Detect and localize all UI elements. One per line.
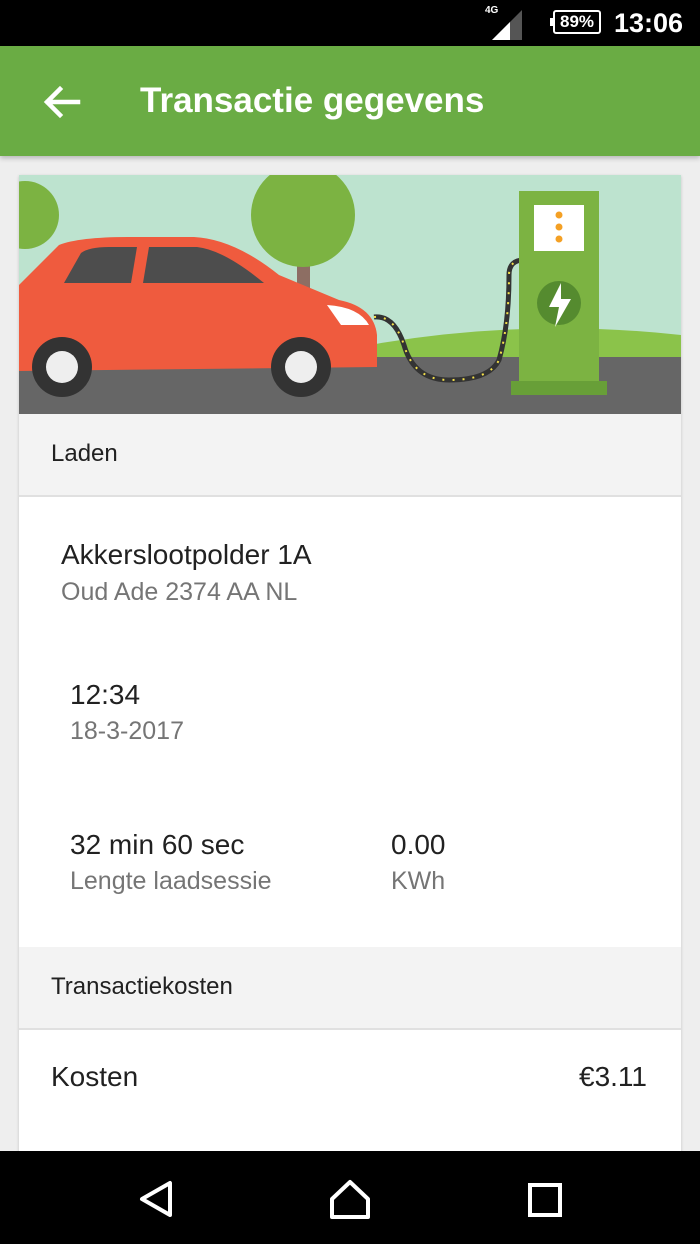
- navigation-bar: [0, 1151, 700, 1244]
- session-duration: 32 min 60 sec: [70, 829, 245, 860]
- app-bar: Transactie gegevens: [0, 46, 700, 156]
- start-time: 12:34: [70, 679, 141, 710]
- square-recents-icon: [528, 1183, 562, 1217]
- nav-back-button[interactable]: [134, 1177, 178, 1221]
- home-icon: [330, 1180, 370, 1219]
- session-duration-label: Lengte laadsessie: [70, 867, 272, 895]
- clock: 13:06: [614, 8, 684, 38]
- nav-home-button[interactable]: [328, 1177, 372, 1221]
- start-date: 18-3-2017: [70, 717, 184, 745]
- triangle-back-icon: [140, 1181, 172, 1217]
- energy-value: 0.00: [391, 829, 446, 860]
- arrow-back-icon: [43, 85, 81, 119]
- section-title-charging: Laden: [51, 440, 118, 467]
- nav-recents-button[interactable]: [523, 1177, 567, 1221]
- energy-unit: KWh: [391, 867, 446, 895]
- charging-section-header: Laden: [19, 414, 681, 497]
- battery-percent: 89%: [560, 12, 595, 31]
- costs-value: €3.11: [579, 1061, 647, 1092]
- charging-illustration: [19, 175, 681, 414]
- back-button[interactable]: [38, 78, 86, 126]
- station-address: Oud Ade 2374 AA NL: [61, 578, 298, 606]
- transaction-card: Laden Akkerslootpolder 1A Oud Ade 2374 A…: [19, 175, 681, 1165]
- costs-label: Kosten: [51, 1061, 139, 1092]
- station-name: Akkerslootpolder 1A: [61, 539, 312, 570]
- costs-section-header: Transactiekosten: [19, 947, 681, 1030]
- status-bar: 4G 89% 13:06: [0, 0, 700, 46]
- page-title: Transactie gegevens: [140, 81, 485, 120]
- signal-icon: [492, 10, 522, 40]
- section-title-costs: Transactiekosten: [51, 973, 233, 1000]
